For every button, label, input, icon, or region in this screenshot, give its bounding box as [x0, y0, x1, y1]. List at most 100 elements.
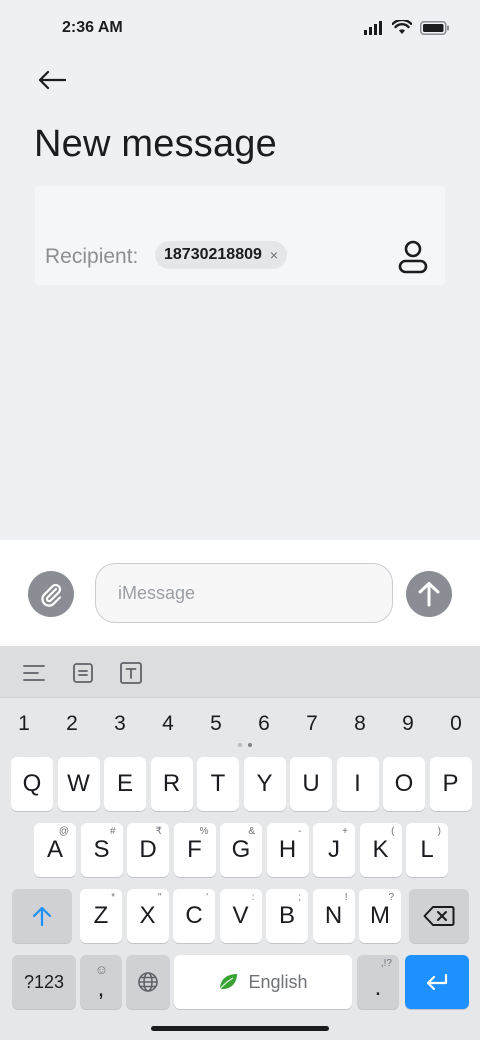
recipient-chip-number: 18730218809 — [164, 246, 262, 263]
key-i[interactable]: I — [336, 757, 379, 811]
compose-bar — [0, 540, 480, 646]
key-label: U — [302, 770, 320, 797]
key-y[interactable]: Y — [243, 757, 286, 811]
remove-recipient-button[interactable]: × — [270, 248, 278, 262]
number-key[interactable]: 7 — [292, 712, 332, 736]
text-format-button[interactable] — [118, 660, 144, 686]
key-c[interactable]: ' C — [173, 889, 215, 943]
key-j[interactable]: + J — [313, 823, 355, 877]
battery-icon — [420, 20, 449, 35]
recipient-chip[interactable]: 18730218809 × — [155, 241, 288, 269]
key-a[interactable]: @ A — [34, 823, 76, 877]
key-l[interactable]: ) L — [406, 823, 448, 877]
language-key[interactable] — [126, 955, 170, 1009]
key-q[interactable]: Q — [11, 757, 53, 811]
status-time: 2:36 AM — [62, 19, 123, 36]
number-key[interactable]: 6 — [244, 712, 284, 736]
key-hint: @ — [58, 826, 69, 837]
key-label: J — [328, 836, 340, 863]
key-m[interactable]: ? M — [359, 889, 401, 943]
key-s[interactable]: # S — [80, 823, 123, 877]
key-hint: # — [109, 826, 116, 837]
key-label: Y — [256, 770, 273, 797]
key-n[interactable]: ! N — [312, 889, 355, 943]
key-label: R — [162, 770, 181, 797]
key-v[interactable]: :V — [219, 889, 262, 943]
key-label: P — [442, 770, 459, 797]
key-r[interactable]: R — [150, 757, 193, 811]
emoji-hint: ☺ — [94, 962, 108, 977]
send-button[interactable] — [406, 571, 452, 617]
key-e[interactable]: E — [104, 757, 146, 811]
period-key-label: . — [374, 974, 382, 1001]
key-x[interactable]: " X — [126, 889, 169, 943]
key-label: S — [93, 836, 110, 863]
key-hint: ! — [344, 892, 348, 903]
wifi-icon — [392, 20, 412, 34]
message-input[interactable] — [95, 563, 393, 623]
status-bar: 2:36 AM — [0, 0, 480, 56]
key-label: Z — [93, 902, 109, 929]
enter-arrow-icon — [426, 973, 448, 991]
shift-arrow-icon — [32, 906, 52, 927]
menu-lines-button[interactable] — [21, 660, 47, 686]
key-b[interactable]: ; B — [266, 889, 308, 943]
number-key[interactable]: 9 — [388, 712, 428, 736]
key-p[interactable]: P — [429, 757, 472, 811]
key-hint: - — [298, 826, 302, 837]
number-key[interactable]: 1 — [4, 712, 44, 736]
comma-key[interactable]: ☺ , — [80, 955, 122, 1009]
contacts-button[interactable] — [397, 240, 429, 274]
punctuation-hint: ,!? — [380, 958, 392, 969]
number-key[interactable]: 5 — [196, 712, 236, 736]
back-button[interactable] — [32, 62, 72, 98]
number-key[interactable]: 3 — [100, 712, 140, 736]
key-f[interactable]: % F — [173, 823, 216, 877]
number-key[interactable]: 4 — [148, 712, 188, 736]
attach-button[interactable] — [28, 571, 74, 617]
enter-key[interactable] — [405, 955, 469, 1009]
number-key[interactable]: 2 — [52, 712, 92, 736]
key-o[interactable]: O — [383, 757, 425, 811]
space-key-label: English — [248, 971, 308, 992]
key-h[interactable]: -H — [266, 823, 309, 877]
key-label: E — [116, 770, 133, 797]
recipient-field[interactable]: Recipient: 18730218809 × — [35, 186, 445, 285]
key-g[interactable]: & G — [220, 823, 262, 877]
key-hint: & — [248, 826, 255, 837]
key-u[interactable]: U — [290, 757, 332, 811]
key-label: Q — [22, 770, 42, 797]
arrow-up-icon — [418, 582, 440, 607]
key-label: C — [185, 902, 203, 929]
comma-key-label: , — [97, 975, 105, 1002]
backspace-key[interactable] — [409, 889, 469, 943]
person-icon — [398, 240, 428, 274]
key-k[interactable]: (K — [359, 823, 402, 877]
key-hint: ? — [388, 892, 394, 903]
space-key[interactable]: English — [174, 955, 352, 1009]
key-hint: + — [342, 826, 348, 837]
number-row: 1234567890 — [0, 712, 480, 742]
home-indicator[interactable] — [151, 1026, 329, 1031]
key-label: D — [139, 836, 157, 863]
key-t[interactable]: T — [197, 757, 239, 811]
key-d[interactable]: ₹ D — [127, 823, 169, 877]
key-label: B — [278, 902, 295, 929]
globe-icon — [138, 972, 158, 992]
period-key[interactable]: ,!? . — [357, 955, 399, 1009]
number-key[interactable]: 0 — [436, 712, 476, 736]
keyboard-toolbar — [0, 646, 480, 698]
key-hint: ( — [391, 826, 395, 837]
symbols-key[interactable]: ?123 — [12, 955, 76, 1009]
key-hint: " — [157, 892, 162, 903]
number-key[interactable]: 8 — [340, 712, 380, 736]
key-label: V — [232, 902, 249, 929]
key-z[interactable]: * Z — [80, 889, 122, 943]
signal-icon — [364, 20, 382, 35]
text-format-icon — [120, 662, 142, 684]
menu-lines-icon — [23, 665, 45, 681]
key-w[interactable]: W — [57, 757, 100, 811]
keyboard: 1234567890 Q W E R T Y U I O P @ A # S ₹ D% F & G - H + J(K) L *… — [0, 646, 480, 1040]
shift-key[interactable] — [12, 889, 72, 943]
clipboard-button[interactable] — [70, 660, 96, 686]
